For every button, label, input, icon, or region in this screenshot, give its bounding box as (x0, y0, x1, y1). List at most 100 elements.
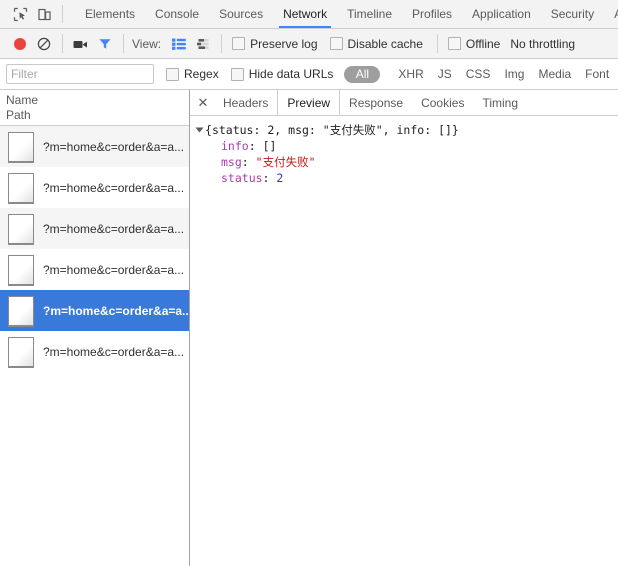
json-summary-comma-1: , (274, 123, 289, 137)
filter-type-media[interactable]: Media (531, 67, 578, 81)
tab-sources[interactable]: Sources (209, 0, 273, 28)
json-summary-open: { (205, 123, 212, 137)
throttling-select[interactable]: No throttling (510, 37, 575, 51)
json-value: 2 (276, 171, 284, 185)
filter-type-js[interactable]: JS (431, 67, 459, 81)
tab-sources-label: Sources (219, 7, 264, 21)
json-summary-comma-2: , (382, 123, 397, 137)
toolbar-divider-2 (62, 34, 63, 53)
filter-type-all[interactable]: All (344, 65, 381, 83)
filter-type-xhr[interactable]: XHR (391, 67, 430, 81)
tab-timeline-label: Timeline (347, 7, 393, 21)
json-separator: : (241, 155, 256, 169)
checkbox-box (230, 67, 244, 81)
json-property-info[interactable]: info: [] (196, 138, 618, 154)
tab-cookies[interactable]: Cookies (412, 90, 473, 115)
filter-funnel-icon[interactable] (93, 32, 117, 56)
view-label: View: (132, 36, 162, 51)
json-summary-close: } (451, 123, 459, 137)
toolbar-divider-4 (221, 34, 223, 53)
requests-list: ?m=home&c=order&a=a... ?m=home&c=order&a… (0, 126, 189, 566)
close-icon[interactable]: ✕ (192, 90, 214, 115)
offline-label: Offline (465, 36, 501, 51)
json-key: info (221, 139, 249, 153)
tab-timing[interactable]: Timing (473, 90, 527, 115)
chevron-down-icon[interactable] (195, 127, 204, 133)
checkbox-box (232, 37, 246, 50)
tab-headers-label: Headers (223, 95, 269, 110)
filter-type-img[interactable]: Img (497, 67, 531, 81)
tab-application-label: Application (472, 7, 531, 21)
tab-elements[interactable]: Elements (75, 0, 145, 28)
tab-response[interactable]: Response (340, 90, 412, 115)
regex-label: Regex (184, 67, 219, 81)
detail-tabbar: ✕ Headers Preview Response Cookies Timin… (190, 90, 618, 116)
tab-console-label: Console (155, 7, 200, 21)
preview-content: {status: 2, msg: "支付失败", info: []} info:… (190, 116, 618, 566)
request-name: ?m=home&c=order&a=a... (43, 344, 185, 359)
network-toolbar: View: Preserve log Disable cache Offline… (0, 29, 618, 59)
table-row[interactable]: ?m=home&c=order&a=a... (0, 208, 189, 249)
tab-security[interactable]: Security (541, 0, 604, 28)
table-row[interactable]: ?m=home&c=order&a=a... (0, 167, 189, 208)
tab-profiles[interactable]: Profiles (402, 0, 462, 28)
request-name: ?m=home&c=order&a=a... (43, 303, 189, 318)
json-property-msg[interactable]: msg: "支付失败" (196, 154, 618, 170)
record-dot (14, 37, 26, 50)
regex-checkbox[interactable]: Regex (162, 67, 223, 81)
tab-headers[interactable]: Headers (214, 90, 277, 115)
table-row[interactable]: ?m=home&c=order&a=a... (0, 331, 189, 372)
checkbox-box (447, 37, 461, 50)
tab-profiles-label: Profiles (412, 7, 453, 21)
clear-icon[interactable] (32, 32, 56, 56)
tab-preview[interactable]: Preview (277, 90, 341, 115)
record-icon[interactable] (8, 32, 32, 56)
filter-type-font[interactable]: Font (578, 67, 616, 81)
json-summary-val-info: [] (438, 123, 452, 137)
column-header-name[interactable]: Name (6, 93, 189, 108)
json-summary-sep-3: : (424, 123, 439, 137)
tab-response-label: Response (349, 95, 404, 110)
disable-cache-checkbox[interactable]: Disable cache (326, 37, 427, 51)
requests-header: Name Path (0, 90, 189, 126)
request-name: ?m=home&c=order&a=a... (43, 139, 185, 154)
camera-icon[interactable] (69, 32, 93, 56)
view-list-icon[interactable] (167, 32, 191, 56)
tab-console[interactable]: Console (145, 0, 209, 28)
tab-audits[interactable]: Audits (604, 0, 618, 28)
document-icon (8, 295, 34, 326)
json-summary-sep-1: : (253, 123, 268, 137)
json-value: [] (262, 139, 277, 153)
device-toolbar-icon[interactable] (32, 2, 56, 26)
preserve-log-checkbox[interactable]: Preserve log (228, 37, 321, 51)
request-name: ?m=home&c=order&a=a... (43, 221, 185, 236)
document-icon (8, 172, 34, 203)
json-separator: : (262, 171, 277, 185)
table-row[interactable]: ?m=home&c=order&a=a... (0, 126, 189, 167)
json-key: msg (221, 155, 242, 169)
table-row[interactable]: ?m=home&c=order&a=a... (0, 249, 189, 290)
json-root-summary[interactable]: {status: 2, msg: "支付失败", info: []} (195, 122, 618, 138)
filter-type-css[interactable]: CSS (459, 67, 498, 81)
offline-checkbox[interactable]: Offline (444, 37, 504, 51)
tab-network[interactable]: Network (273, 0, 337, 28)
hide-data-urls-checkbox[interactable]: Hide data URLs (227, 67, 338, 81)
view-waterfall-icon[interactable] (191, 32, 215, 56)
json-summary-key-info: info (396, 123, 425, 137)
preserve-log-label: Preserve log (250, 36, 318, 51)
tab-audits-label: Audits (614, 7, 618, 21)
network-body: Name Path ?m=home&c=order&a=a... ?m=home… (0, 90, 618, 566)
column-header-path[interactable]: Path (6, 108, 189, 123)
filter-input[interactable] (6, 64, 154, 84)
tab-application[interactable]: Application (462, 0, 541, 28)
inspect-element-icon[interactable] (8, 2, 32, 26)
json-separator: : (248, 139, 263, 153)
request-detail-panel: ✕ Headers Preview Response Cookies Timin… (190, 90, 618, 566)
toolbar-divider-3 (123, 34, 124, 53)
requests-panel: Name Path ?m=home&c=order&a=a... ?m=home… (0, 90, 190, 566)
json-summary-key-msg: msg (288, 123, 309, 137)
table-row-selected[interactable]: ?m=home&c=order&a=a... (0, 290, 189, 331)
json-property-status[interactable]: status: 2 (196, 170, 618, 186)
tab-timeline[interactable]: Timeline (337, 0, 402, 28)
tab-elements-label: Elements (85, 7, 136, 21)
